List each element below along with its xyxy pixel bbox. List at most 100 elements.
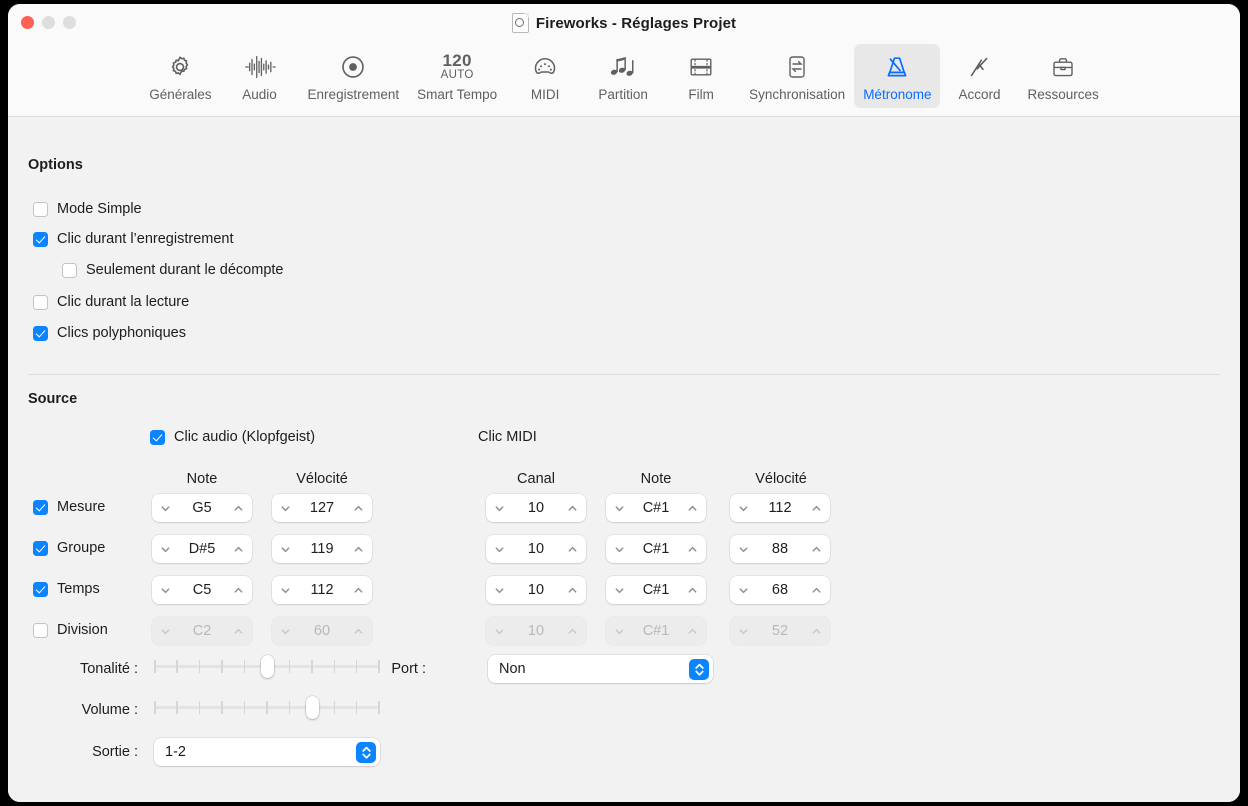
checkbox-box[interactable] bbox=[62, 263, 77, 278]
slider-knob[interactable] bbox=[306, 696, 319, 719]
stepper-temps-midi-note[interactable]: C#1 bbox=[606, 576, 706, 604]
briefcase-icon bbox=[1050, 51, 1076, 83]
tab-accord[interactable]: Accord bbox=[940, 44, 1018, 108]
checkbox-box[interactable] bbox=[33, 582, 48, 597]
stepper-value: 68 bbox=[749, 582, 811, 598]
stepper-value: C2 bbox=[171, 623, 233, 639]
stepper-value: 10 bbox=[505, 500, 567, 516]
checkbox-box[interactable] bbox=[33, 232, 48, 247]
tab-film[interactable]: Film bbox=[662, 44, 740, 108]
checkbox-clic-audio[interactable]: Clic audio (Klopfgeist) bbox=[150, 429, 315, 445]
chevron-updown-icon[interactable] bbox=[356, 742, 376, 763]
tempo-120-auto-icon: 120 AUTO bbox=[441, 51, 474, 83]
output-select[interactable]: 1-2 bbox=[154, 738, 380, 766]
tab-midi[interactable]: MIDI bbox=[506, 44, 584, 108]
stepper-mesure-audio-velocity[interactable]: 127 bbox=[272, 494, 372, 522]
volume-slider[interactable] bbox=[154, 696, 380, 718]
tab-enregistrement[interactable]: Enregistrement bbox=[299, 44, 409, 108]
settings-content: Options Mode Simple Clic durant l’enregi… bbox=[8, 117, 1240, 802]
tab-generales[interactable]: Générales bbox=[140, 44, 220, 108]
checkbox-box[interactable] bbox=[33, 202, 48, 217]
output-label: Sortie : bbox=[38, 744, 138, 760]
stepper-value: 112 bbox=[749, 500, 811, 516]
port-value: Non bbox=[499, 661, 526, 677]
stepper-mesure-audio-note[interactable]: G5 bbox=[152, 494, 252, 522]
gear-icon bbox=[167, 51, 193, 83]
chevron-down-icon bbox=[738, 503, 749, 514]
checkbox-clic-lecture[interactable]: Clic durant la lecture bbox=[33, 294, 189, 310]
checkbox-box[interactable] bbox=[33, 326, 48, 341]
column-header-audio-note: Note bbox=[152, 471, 252, 487]
stepper-temps-audio-note[interactable]: C5 bbox=[152, 576, 252, 604]
tab-partition[interactable]: Partition bbox=[584, 44, 662, 108]
checkbox-clics-polyphoniques[interactable]: Clics polyphoniques bbox=[33, 325, 186, 341]
chevron-down-icon bbox=[494, 626, 505, 637]
stepper-temps-audio-velocity[interactable]: 112 bbox=[272, 576, 372, 604]
checkbox-box[interactable] bbox=[33, 500, 48, 515]
checkbox-box[interactable] bbox=[150, 430, 165, 445]
chevron-up-icon bbox=[567, 544, 578, 555]
chevron-down-icon bbox=[280, 626, 291, 637]
tab-smart-tempo[interactable]: 120 AUTO Smart Tempo bbox=[408, 44, 506, 108]
row-checkbox-division[interactable]: Division bbox=[33, 622, 108, 638]
stepper-temps-midi-channel[interactable]: 10 bbox=[486, 576, 586, 604]
midi-click-label: Clic MIDI bbox=[478, 429, 537, 445]
row-checkbox-temps[interactable]: Temps bbox=[33, 581, 100, 597]
tab-metronome[interactable]: Métronome bbox=[854, 44, 940, 108]
metronome-document-icon bbox=[512, 13, 529, 33]
chevron-down-icon bbox=[494, 585, 505, 596]
checkbox-mode-simple[interactable]: Mode Simple bbox=[33, 201, 142, 217]
chevron-down-icon bbox=[280, 544, 291, 555]
checkbox-label: Seulement durant le décompte bbox=[86, 262, 284, 278]
slider-knob[interactable] bbox=[261, 655, 274, 678]
chevron-up-icon bbox=[353, 626, 364, 637]
stepper-value: 112 bbox=[291, 582, 353, 598]
stepper-mesure-midi-channel[interactable]: 10 bbox=[486, 494, 586, 522]
column-header-midi-note: Note bbox=[606, 471, 706, 487]
row-checkbox-mesure[interactable]: Mesure bbox=[33, 499, 105, 515]
chevron-updown-icon[interactable] bbox=[689, 659, 709, 680]
chevron-up-icon bbox=[233, 503, 244, 514]
checkbox-seulement-decompte[interactable]: Seulement durant le décompte bbox=[62, 262, 284, 278]
chevron-down-icon bbox=[160, 544, 171, 555]
row-checkbox-groupe[interactable]: Groupe bbox=[33, 540, 105, 556]
chevron-up-icon bbox=[233, 544, 244, 555]
stepper-groupe-midi-note[interactable]: C#1 bbox=[606, 535, 706, 563]
checkbox-box[interactable] bbox=[33, 295, 48, 310]
tab-label: Partition bbox=[598, 87, 648, 102]
row-label: Division bbox=[57, 622, 108, 638]
tab-label: Métronome bbox=[863, 87, 931, 102]
chevron-up-icon bbox=[353, 585, 364, 596]
tab-synchronisation[interactable]: Synchronisation bbox=[740, 44, 854, 108]
stepper-division-midi-velocity: 52 bbox=[730, 617, 830, 645]
stepper-mesure-midi-velocity[interactable]: 112 bbox=[730, 494, 830, 522]
music-notes-icon bbox=[609, 51, 637, 83]
chevron-up-icon bbox=[811, 585, 822, 596]
chevron-down-icon bbox=[614, 585, 625, 596]
stepper-groupe-midi-velocity[interactable]: 88 bbox=[730, 535, 830, 563]
tonality-slider[interactable] bbox=[154, 655, 380, 677]
checkbox-label: Clic durant la lecture bbox=[57, 294, 189, 310]
checkbox-box[interactable] bbox=[33, 541, 48, 556]
tempo-auto-label: AUTO bbox=[441, 69, 474, 82]
column-header-midi-velocity: Vélocité bbox=[726, 471, 836, 487]
checkbox-clic-enregistrement[interactable]: Clic durant l’enregistrement bbox=[33, 231, 234, 247]
checkbox-box[interactable] bbox=[33, 623, 48, 638]
stepper-groupe-audio-note[interactable]: D#5 bbox=[152, 535, 252, 563]
chevron-down-icon bbox=[280, 585, 291, 596]
sync-arrows-icon bbox=[785, 51, 809, 83]
tab-label: Audio bbox=[242, 87, 277, 102]
port-select[interactable]: Non bbox=[488, 655, 713, 683]
tab-audio[interactable]: Audio bbox=[221, 44, 299, 108]
stepper-division-audio-velocity: 60 bbox=[272, 617, 372, 645]
tab-ressources[interactable]: Ressources bbox=[1018, 44, 1107, 108]
chevron-down-icon bbox=[738, 544, 749, 555]
chevron-up-icon bbox=[233, 626, 244, 637]
stepper-division-midi-note: C#1 bbox=[606, 617, 706, 645]
chevron-down-icon bbox=[738, 585, 749, 596]
stepper-temps-midi-velocity[interactable]: 68 bbox=[730, 576, 830, 604]
stepper-division-audio-note: C2 bbox=[152, 617, 252, 645]
stepper-mesure-midi-note[interactable]: C#1 bbox=[606, 494, 706, 522]
stepper-groupe-midi-channel[interactable]: 10 bbox=[486, 535, 586, 563]
stepper-groupe-audio-velocity[interactable]: 119 bbox=[272, 535, 372, 563]
